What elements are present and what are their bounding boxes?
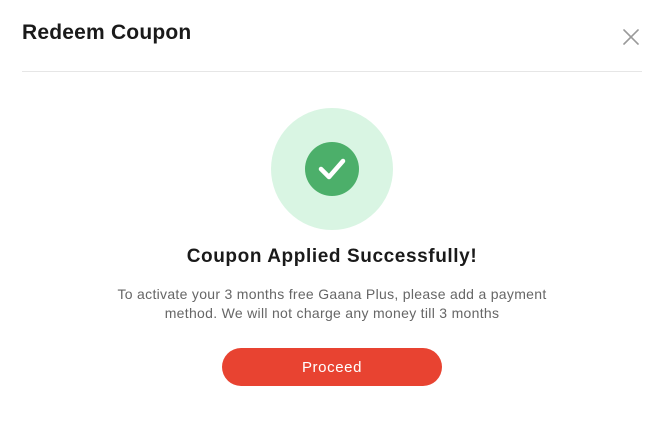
close-icon — [623, 29, 639, 45]
close-button[interactable] — [620, 26, 642, 48]
success-badge — [305, 142, 359, 196]
dialog-title: Redeem Coupon — [22, 21, 192, 44]
success-illustration — [271, 108, 393, 230]
success-heading: Coupon Applied Successfully! — [186, 246, 478, 267]
dialog-header: Redeem Coupon — [22, 18, 642, 72]
proceed-button[interactable]: Proceed — [222, 348, 442, 386]
redeem-coupon-dialog: Redeem Coupon Coupon Applied Successfull… — [0, 0, 671, 435]
checkmark-icon — [318, 158, 346, 180]
success-message: To activate your 3 months free Gaana Plu… — [117, 286, 547, 321]
